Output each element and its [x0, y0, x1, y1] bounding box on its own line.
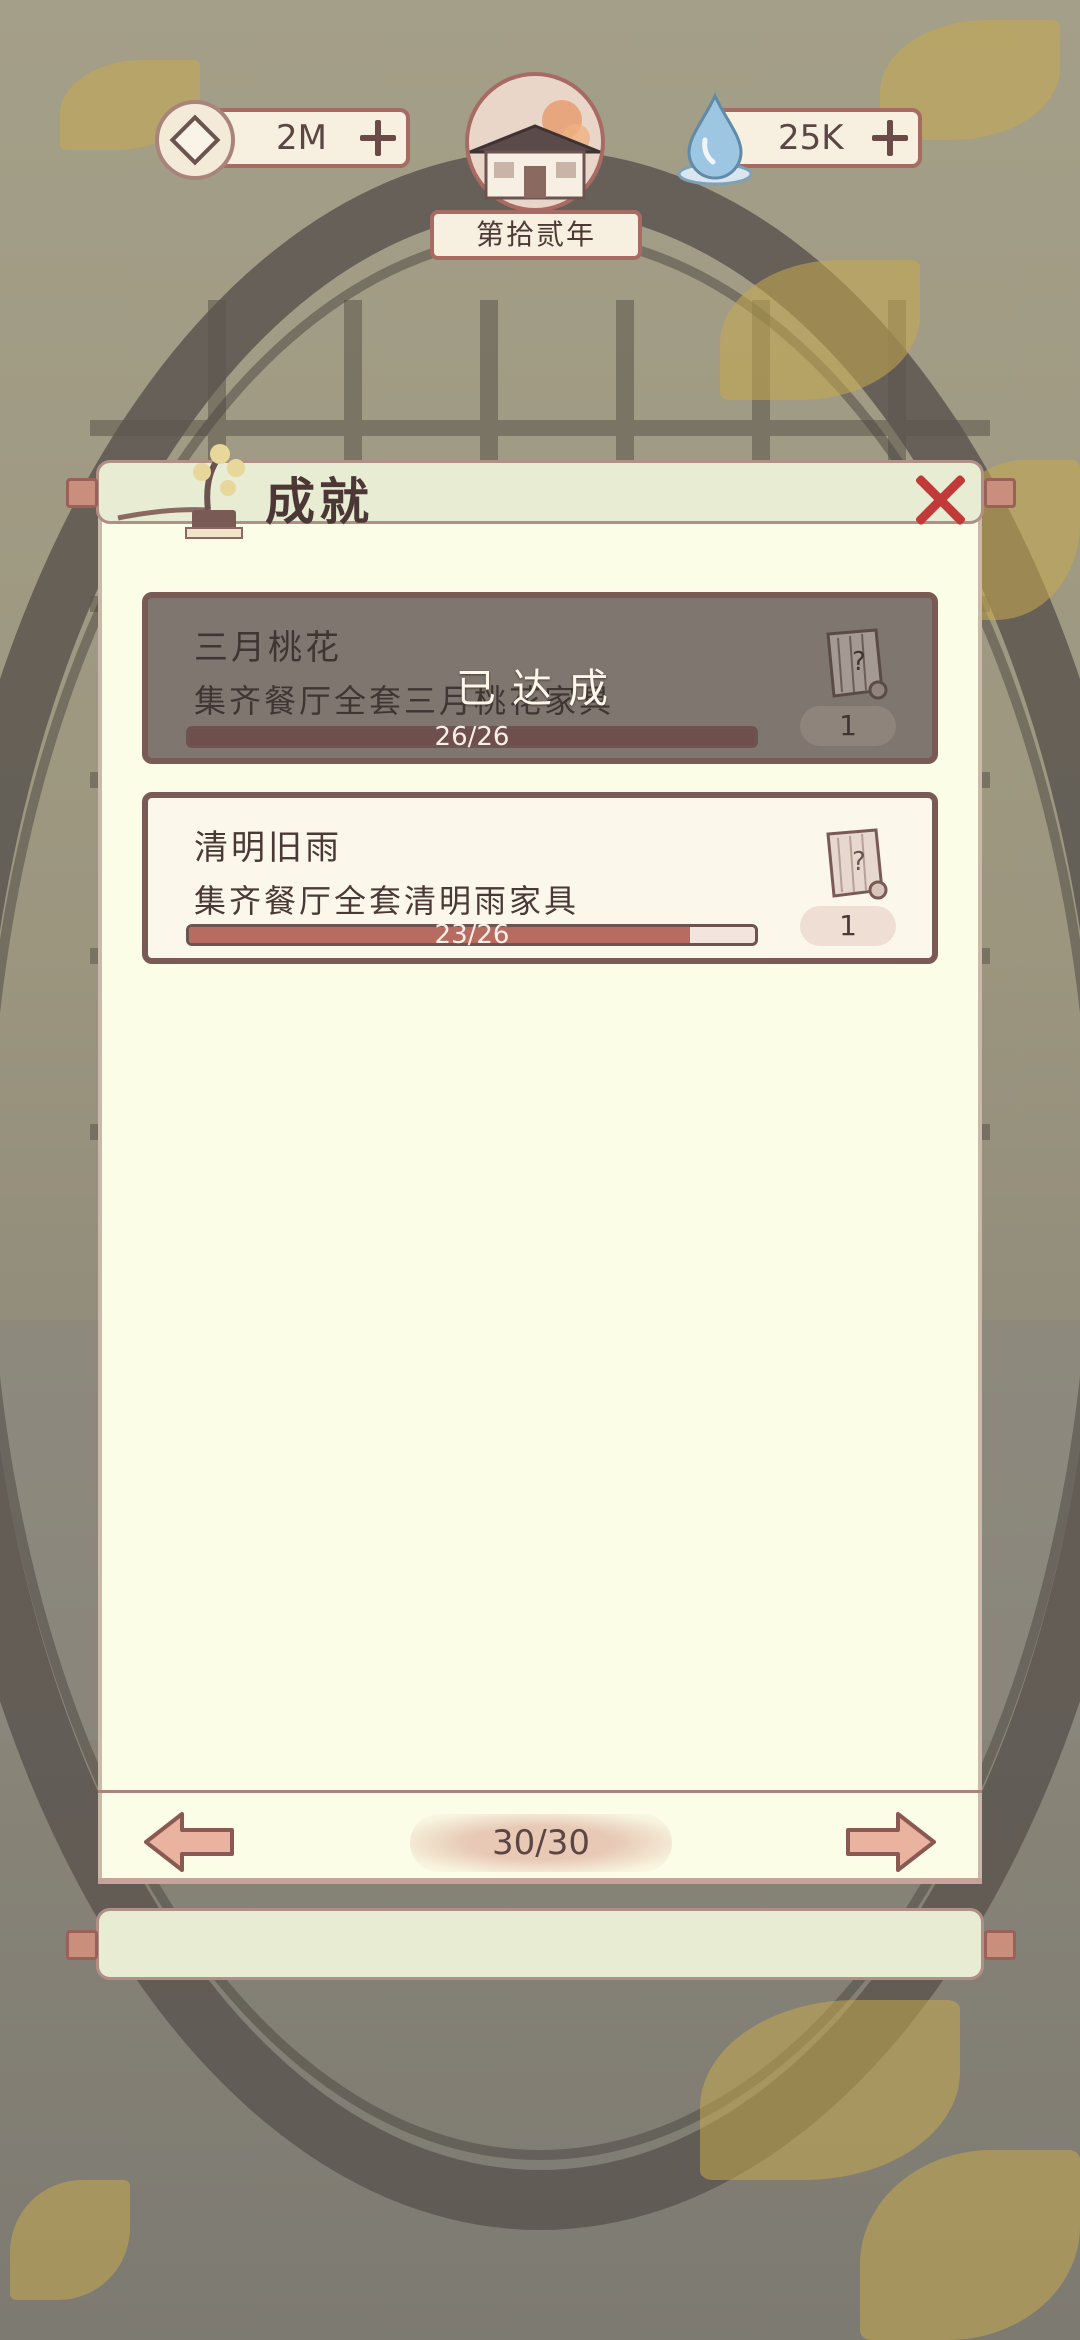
- page-indicator: 30/30: [410, 1814, 672, 1872]
- restaurant-building-icon[interactable]: [450, 70, 620, 220]
- arrow-left-icon[interactable]: [142, 1810, 238, 1874]
- achievement-card[interactable]: 三月桃花 集齐餐厅全套三月桃花家具 26/26 ? 1 已达成: [142, 592, 938, 764]
- rod-end-cap: [66, 1930, 98, 1960]
- achievement-name: 清明旧雨: [194, 828, 342, 868]
- rod-end-cap: [66, 478, 98, 508]
- achievement-progress-text: 26/26: [434, 722, 510, 752]
- completed-stamp: 已达成: [456, 666, 624, 712]
- water-drop-icon: [677, 92, 753, 186]
- mystery-scroll-icon: ?: [826, 828, 888, 900]
- rod-end-cap: [984, 1930, 1016, 1960]
- close-button[interactable]: [910, 470, 970, 530]
- year-label: 第拾贰年: [430, 210, 642, 260]
- add-coins-button[interactable]: [358, 118, 398, 158]
- coin-value: 2M: [276, 118, 327, 158]
- footer-divider: [98, 1790, 982, 1793]
- panel-bottom-scroll-rod: [96, 1908, 984, 1980]
- footer-divider: [98, 1878, 982, 1884]
- coin-icon: [155, 100, 235, 180]
- bonsai-icon: [117, 444, 245, 539]
- arrow-right-icon[interactable]: [842, 1810, 938, 1874]
- panel-title: 成就: [265, 473, 373, 531]
- water-value: 25K: [778, 118, 844, 158]
- reward-count: 1: [800, 906, 896, 946]
- achievement-description: 集齐餐厅全套清明雨家具: [194, 882, 580, 920]
- achievement-card[interactable]: 清明旧雨 集齐餐厅全套清明雨家具 23/26 ? 1: [142, 792, 938, 964]
- rod-end-cap: [984, 478, 1016, 508]
- achievement-progress-text: 23/26: [434, 920, 510, 950]
- add-water-button[interactable]: [870, 118, 910, 158]
- svg-text:?: ?: [852, 847, 866, 877]
